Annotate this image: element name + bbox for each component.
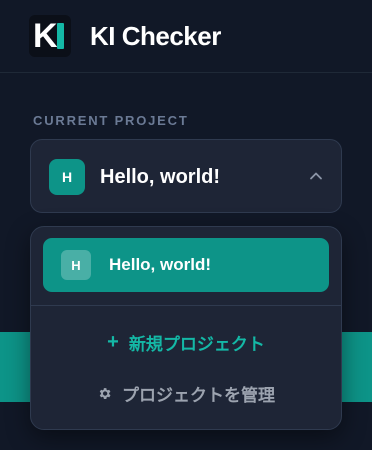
project-selector[interactable]: H Hello, world! xyxy=(30,139,342,213)
app-window: K KI Checker CURRENT PROJECT H Hello, wo… xyxy=(0,0,372,450)
app-title: KI Checker xyxy=(90,21,221,51)
logo-letter: K xyxy=(33,17,58,55)
top-bar: K KI Checker xyxy=(0,0,372,73)
section-label: CURRENT PROJECT xyxy=(33,113,189,128)
background-accent-right xyxy=(342,332,372,402)
new-project-button[interactable]: + 新規プロジェクト xyxy=(31,327,341,357)
background-accent-left xyxy=(0,332,30,402)
gear-icon xyxy=(99,387,111,399)
dropdown-divider xyxy=(31,305,341,306)
dropdown-item-label: Hello, world! xyxy=(109,255,211,274)
chevron-up-icon xyxy=(310,172,322,180)
dropdown-item-project[interactable]: H Hello, world! xyxy=(43,238,329,292)
project-avatar: H xyxy=(49,159,85,195)
manage-projects-label: プロジェクトを管理 xyxy=(122,385,275,405)
app-logo[interactable]: K xyxy=(29,15,71,57)
project-dropdown-menu: H Hello, world! + 新規プロジェクト プロジェクトを管理 xyxy=(30,226,342,430)
manage-projects-button[interactable]: プロジェクトを管理 xyxy=(31,378,341,408)
logo-accent-bar xyxy=(57,23,64,49)
plus-icon: + xyxy=(107,331,119,353)
dropdown-item-avatar: H xyxy=(61,250,91,280)
current-project-name: Hello, world! xyxy=(100,166,220,188)
new-project-label: 新規プロジェクト xyxy=(128,334,265,354)
